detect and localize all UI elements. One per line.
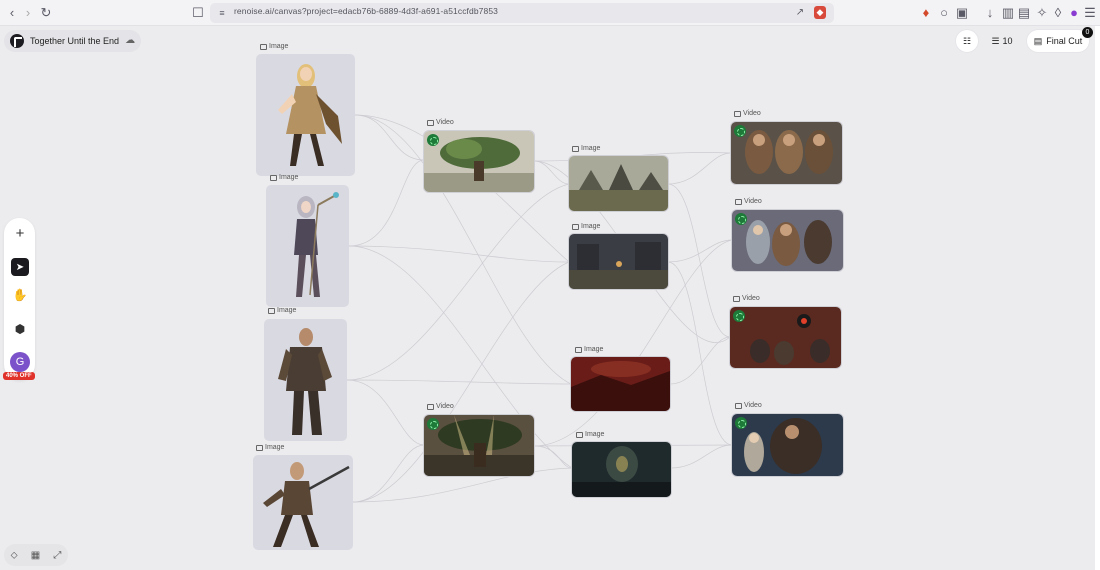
video-node-tree-day[interactable] xyxy=(424,131,534,192)
video-node-party-gathering[interactable] xyxy=(731,122,842,184)
renoise-logo-icon[interactable] xyxy=(10,34,24,48)
video-node-red-eye[interactable] xyxy=(730,307,841,368)
image-icon xyxy=(575,346,582,353)
video-node-party-talk[interactable] xyxy=(732,210,843,271)
left-toolbar: + ➤ ✋ ⬢ G xyxy=(4,218,35,380)
character-warrior-image xyxy=(278,328,332,435)
node-label-image: Image xyxy=(260,43,288,50)
image-node-red-valley[interactable] xyxy=(571,357,670,411)
cube-icon: ⬢ xyxy=(14,322,26,336)
layers-icon[interactable]: ⬦ xyxy=(11,550,18,561)
task-count-button[interactable]: ☰ 10 xyxy=(986,30,1018,52)
image-icon xyxy=(268,307,275,314)
node-label-image: Image xyxy=(270,174,298,181)
town-square-image xyxy=(569,234,668,289)
database-icon: ☷ xyxy=(962,35,972,46)
video-status-icon xyxy=(735,417,747,429)
node-connections xyxy=(346,114,733,503)
node-label-video: Video xyxy=(427,403,454,410)
project-title-pill[interactable]: Together Until the End ☁ xyxy=(4,30,142,52)
node-label-image: Image xyxy=(575,346,603,353)
image-node-village[interactable] xyxy=(569,156,668,211)
final-cut-label: Final Cut xyxy=(1046,36,1083,46)
tree-day-video-thumbnail xyxy=(424,131,534,192)
node-label-video: Video xyxy=(735,198,762,205)
node-label-image: Image xyxy=(576,431,604,438)
character-rogue-image xyxy=(263,462,350,547)
party-talk-video-thumbnail xyxy=(732,210,843,271)
image-icon xyxy=(572,223,579,230)
video-icon xyxy=(734,110,741,117)
video-status-icon xyxy=(427,134,439,146)
character-elf-image xyxy=(278,64,342,166)
fit-view-icon[interactable]: ⤢ xyxy=(53,550,61,561)
project-title[interactable]: Together Until the End xyxy=(30,36,119,46)
node-label-video: Video xyxy=(427,119,454,126)
dark-gate-image xyxy=(572,442,671,497)
video-icon xyxy=(427,403,434,410)
image-node-warrior[interactable] xyxy=(264,319,347,441)
promo-badge[interactable]: 40% OFF xyxy=(3,372,35,380)
scrollbar[interactable] xyxy=(1095,26,1100,570)
character-mage-image xyxy=(294,192,339,297)
image-node-mage[interactable] xyxy=(266,185,349,307)
hand-icon: ✋ xyxy=(12,288,28,302)
farewell-video-thumbnail xyxy=(732,414,843,476)
add-node-button[interactable]: + xyxy=(11,224,29,242)
node-label-image: Image xyxy=(572,223,600,230)
film-icon: ▤ xyxy=(1033,35,1043,46)
image-node-rogue[interactable] xyxy=(253,455,353,550)
node-label-image: Image xyxy=(572,145,600,152)
image-icon xyxy=(260,43,267,50)
image-node-town-square[interactable] xyxy=(569,234,668,289)
cloud-sync-icon: ☁ xyxy=(125,35,136,46)
tree-dusk-video-thumbnail xyxy=(424,415,534,476)
video-status-icon xyxy=(734,125,746,137)
database-button[interactable]: ☷ xyxy=(956,30,978,52)
node-label-image: Image xyxy=(256,444,284,451)
video-status-icon xyxy=(427,418,439,430)
video-status-icon xyxy=(733,310,745,322)
select-tool-button[interactable]: ➤ xyxy=(11,258,29,276)
final-cut-button[interactable]: ▤ Final Cut 0 xyxy=(1027,27,1093,52)
node-label-image: Image xyxy=(268,307,296,314)
video-icon xyxy=(733,295,740,302)
node-label-video: Video xyxy=(734,110,761,117)
assets-button[interactable]: ⬢ xyxy=(11,320,29,338)
image-node-elf-archer[interactable] xyxy=(256,54,355,176)
video-icon xyxy=(735,198,742,205)
cursor-icon: ➤ xyxy=(15,261,25,273)
red-valley-image xyxy=(571,357,670,411)
video-status-icon xyxy=(735,213,747,225)
node-label-video: Video xyxy=(735,402,762,409)
video-node-tree-dusk[interactable] xyxy=(424,415,534,476)
image-icon xyxy=(256,444,263,451)
task-count: 10 xyxy=(1002,36,1013,46)
party-gathering-video-thumbnail xyxy=(731,122,842,184)
video-icon xyxy=(735,402,742,409)
avatar[interactable]: G xyxy=(10,352,30,372)
image-node-dark-gate[interactable] xyxy=(572,442,671,497)
village-image xyxy=(569,156,668,211)
hand-tool-button[interactable]: ✋ xyxy=(11,286,29,304)
red-eye-video-thumbnail xyxy=(730,307,841,368)
list-icon: ☰ xyxy=(991,35,1000,46)
image-icon xyxy=(572,145,579,152)
image-icon xyxy=(270,174,277,181)
node-label-video: Video xyxy=(733,295,760,302)
bottom-toolbar: ⬦ ▦ ⤢ xyxy=(4,544,68,566)
final-cut-badge: 0 xyxy=(1082,27,1093,38)
image-icon xyxy=(576,431,583,438)
video-node-farewell[interactable] xyxy=(732,414,843,476)
video-icon xyxy=(427,119,434,126)
plus-icon: + xyxy=(15,224,25,242)
grid-icon[interactable]: ▦ xyxy=(31,550,40,561)
